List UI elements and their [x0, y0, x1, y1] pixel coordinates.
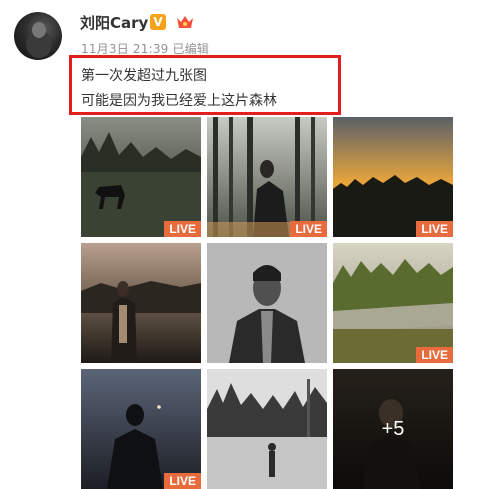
image-grid: LIVE LIVE LIVE LIVE LIVE +5 [81, 117, 453, 489]
photo-bw-meadow[interactable] [207, 369, 327, 489]
edited-label: 已编辑 [172, 42, 210, 56]
photo-bw-portrait[interactable] [207, 243, 327, 363]
more-photos-count: +5 [381, 417, 405, 440]
live-badge: LIVE [290, 221, 327, 237]
photo-sunset-treeline[interactable]: LIVE [333, 117, 453, 237]
live-badge: LIVE [164, 473, 201, 489]
avatar[interactable] [14, 12, 62, 60]
username[interactable]: 刘阳Cary [80, 12, 148, 33]
post-timestamp[interactable]: 11月3日 21:39 [81, 42, 169, 56]
live-badge: LIVE [164, 221, 201, 237]
photo-horse-field[interactable]: LIVE [81, 117, 201, 237]
post-text-line-2: 可能是因为我已经爱上这片森林 [81, 93, 277, 109]
photo-forest-person[interactable]: LIVE [207, 117, 327, 237]
verified-badge-icon: V [150, 14, 166, 30]
photo-dark-portrait-more[interactable]: +5 [333, 369, 453, 489]
photo-shirtless-dusk[interactable] [81, 243, 201, 363]
photo-forest-river[interactable]: LIVE [333, 243, 453, 363]
live-badge: LIVE [416, 221, 453, 237]
post-text-line-1: 第一次发超过九张图 [81, 68, 207, 84]
member-crown-icon [177, 16, 193, 28]
photo-night-silhouette[interactable]: LIVE [81, 369, 201, 489]
live-badge: LIVE [416, 347, 453, 363]
